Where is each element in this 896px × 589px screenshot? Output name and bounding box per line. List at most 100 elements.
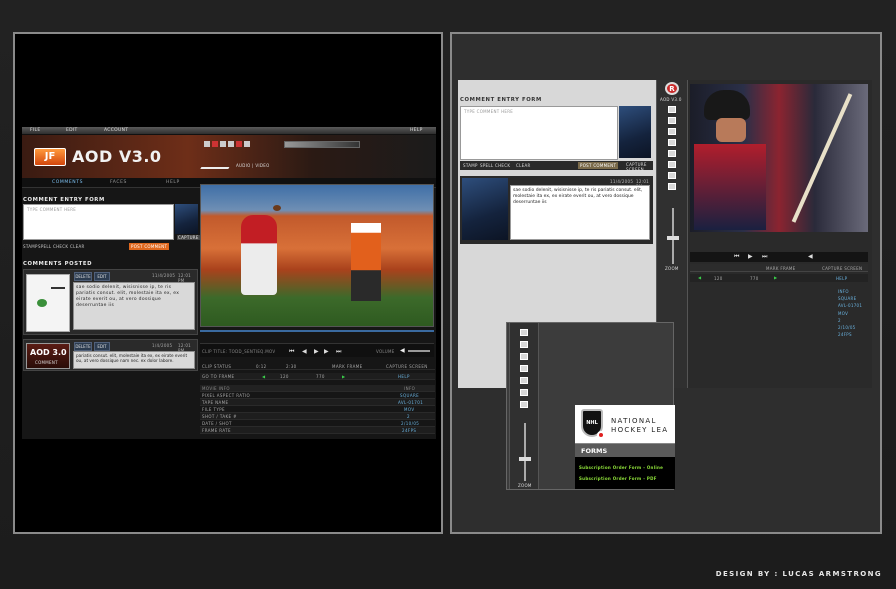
rect-tool-icon[interactable] — [520, 353, 528, 360]
tool-icon[interactable] — [228, 141, 234, 147]
info-header-row: MOVIE INFO INFO — [200, 385, 435, 392]
step-back-icon[interactable]: ◀ — [302, 348, 307, 355]
capture-screen-button[interactable]: CAPTURE SCREEN — [626, 162, 650, 172]
player-jersey — [694, 144, 766, 230]
comment-card: AOD 3.0 COMMENT DELETE EDIT 1/4/2005 12:… — [23, 339, 198, 371]
play-icon[interactable]: ▶ — [748, 253, 753, 260]
delete-button[interactable]: DELETE — [74, 272, 92, 281]
info-value: 2 — [407, 414, 410, 419]
prev-frame-icon[interactable]: ◀ — [698, 275, 701, 280]
post-comment-button[interactable]: POST COMMENT — [578, 162, 619, 169]
menu-file[interactable]: FILE — [30, 128, 40, 133]
side-title: AOD V3.0 — [660, 97, 682, 102]
comment-entry-title: COMMENT ENTRY FORM — [23, 197, 105, 203]
tool-icon[interactable] — [204, 141, 210, 147]
info-value: MOV — [838, 310, 849, 316]
info-label: TAPE NAME — [202, 400, 229, 405]
comment-textarea[interactable]: TYPE COMMENT HERE — [460, 106, 618, 160]
frame-end-field[interactable]: 770 — [750, 276, 759, 281]
menu-account[interactable]: ACCOUNT — [104, 128, 128, 133]
hockey-video-frame[interactable] — [690, 84, 868, 232]
line-tool-icon[interactable] — [668, 139, 676, 146]
help-link[interactable]: HELP — [398, 374, 410, 379]
frame-field[interactable]: 120 — [714, 276, 723, 281]
capture-screen-button[interactable]: CAPTURE SCREEN — [386, 364, 428, 369]
pen-tool-icon[interactable] — [668, 150, 676, 157]
rect-tool-icon[interactable] — [668, 128, 676, 135]
entry-action-bar: STAMP SPELL CHECK CLEAR POST COMMENT CAP… — [460, 161, 653, 172]
nhl-name: NATIONAL HOCKEY LEA — [611, 417, 669, 434]
nhl-header: NHL NATIONAL HOCKEY LEA — [575, 405, 675, 443]
fast-forward-icon[interactable]: ⏭ — [762, 253, 767, 261]
mark-frame-button[interactable]: MARK FRAME — [332, 364, 363, 369]
clear-button[interactable]: CLEAR — [516, 163, 531, 168]
hockey-stick — [791, 93, 853, 223]
tool-sidebar: ZOOM — [509, 323, 539, 489]
clear-button[interactable]: CLEAR — [70, 244, 85, 249]
line-tool-icon[interactable] — [520, 365, 528, 372]
volume-slider[interactable] — [408, 350, 430, 352]
scrub-bar[interactable] — [200, 330, 434, 332]
comment-card: 11/4/2005 12:01 PM sae sodio delenit, wi… — [460, 176, 653, 244]
stamp-tool-icon[interactable] — [668, 161, 676, 168]
tool-icon[interactable] — [236, 141, 242, 147]
comment-date: 11/4/2005 — [610, 179, 634, 184]
text-tool-icon[interactable] — [668, 172, 676, 179]
edit-button[interactable]: EDIT — [94, 342, 110, 351]
badge-subtitle: COMMENT — [35, 360, 58, 365]
capture-screen-button[interactable]: CAPTURE SCREEN — [822, 266, 862, 271]
stamp-button[interactable]: STAMP — [463, 163, 478, 168]
zoom-slider[interactable] — [524, 423, 526, 481]
frame-field[interactable]: 120 — [280, 374, 289, 379]
step-forward-icon[interactable]: ▶ — [324, 348, 329, 355]
tool-icon[interactable] — [244, 141, 250, 147]
rewind-icon[interactable]: ⏮ — [734, 253, 739, 261]
eraser-tool-icon[interactable] — [668, 183, 676, 190]
speaker-icon: ◀ — [808, 253, 813, 260]
zoom-slider-handle[interactable] — [667, 236, 679, 240]
info-label: FRAME RATE — [202, 428, 231, 433]
zoom-slider-handle[interactable] — [519, 457, 531, 461]
pen-tool-icon[interactable] — [520, 377, 528, 384]
play-icon[interactable]: ▶ — [314, 348, 319, 355]
circle-tool-icon[interactable] — [668, 117, 676, 124]
select-tool-icon[interactable] — [520, 329, 528, 336]
clip-status-label: CLIP STATUS — [202, 364, 232, 369]
rewind-icon[interactable]: ⏮ — [289, 348, 294, 356]
tool-icon[interactable] — [220, 141, 226, 147]
video-frame[interactable] — [200, 184, 434, 327]
comment-text: pariatis consut. elit, molestaie ita ex,… — [73, 351, 195, 369]
next-frame-icon[interactable]: ▶ — [342, 374, 345, 379]
tab-help[interactable]: HELP — [166, 180, 180, 185]
text-tool-icon[interactable] — [520, 401, 528, 408]
menu-edit[interactable]: EDIT — [66, 128, 78, 133]
circle-tool-icon[interactable] — [520, 341, 528, 348]
fast-forward-icon[interactable]: ⏭ — [336, 348, 341, 356]
video-pane: ⏮ ▶ ⏭ ◀ MARK FRAME CAPTURE SCREEN ◀ 120 … — [688, 80, 872, 388]
header-search-field[interactable] — [284, 141, 360, 148]
form-link-online[interactable]: Subscription Order Form - Online — [579, 465, 663, 470]
tab-comments[interactable]: COMMENTS — [52, 180, 83, 185]
tool-icon[interactable] — [212, 141, 218, 147]
edit-button[interactable]: EDIT — [94, 272, 110, 281]
next-frame-icon[interactable]: ▶ — [774, 275, 777, 280]
menu-help[interactable]: HELP — [410, 128, 423, 133]
stamp-tool-icon[interactable] — [520, 389, 528, 396]
post-comment-button[interactable]: POST COMMENT — [129, 243, 170, 250]
frame-end-field[interactable]: 770 — [316, 374, 325, 379]
form-link-pdf[interactable]: Subscription Order Form - PDF — [579, 476, 657, 481]
stamp-button[interactable]: STAMP — [23, 244, 38, 249]
delete-button[interactable]: DELETE — [74, 342, 92, 351]
comment-textarea[interactable]: TYPE COMMENT HERE — [23, 204, 174, 240]
prev-frame-icon[interactable]: ◀ — [262, 374, 265, 379]
mark-frame-button[interactable]: MARK FRAME — [766, 266, 796, 271]
info-value: SQUARE — [838, 296, 857, 302]
spell-check-button[interactable]: SPELL CHECK — [480, 163, 510, 168]
spell-check-button[interactable]: SPELL CHECK — [38, 244, 68, 249]
sub-nav-audio-video[interactable]: AUDIO | VIDEO — [236, 163, 270, 168]
tab-faces[interactable]: FACES — [110, 180, 127, 185]
comments-posted-title: COMMENTS POSTED — [23, 261, 93, 267]
info-value: AVL-01701 — [838, 303, 863, 309]
select-tool-icon[interactable] — [668, 106, 676, 113]
help-link[interactable]: HELP — [836, 276, 847, 281]
